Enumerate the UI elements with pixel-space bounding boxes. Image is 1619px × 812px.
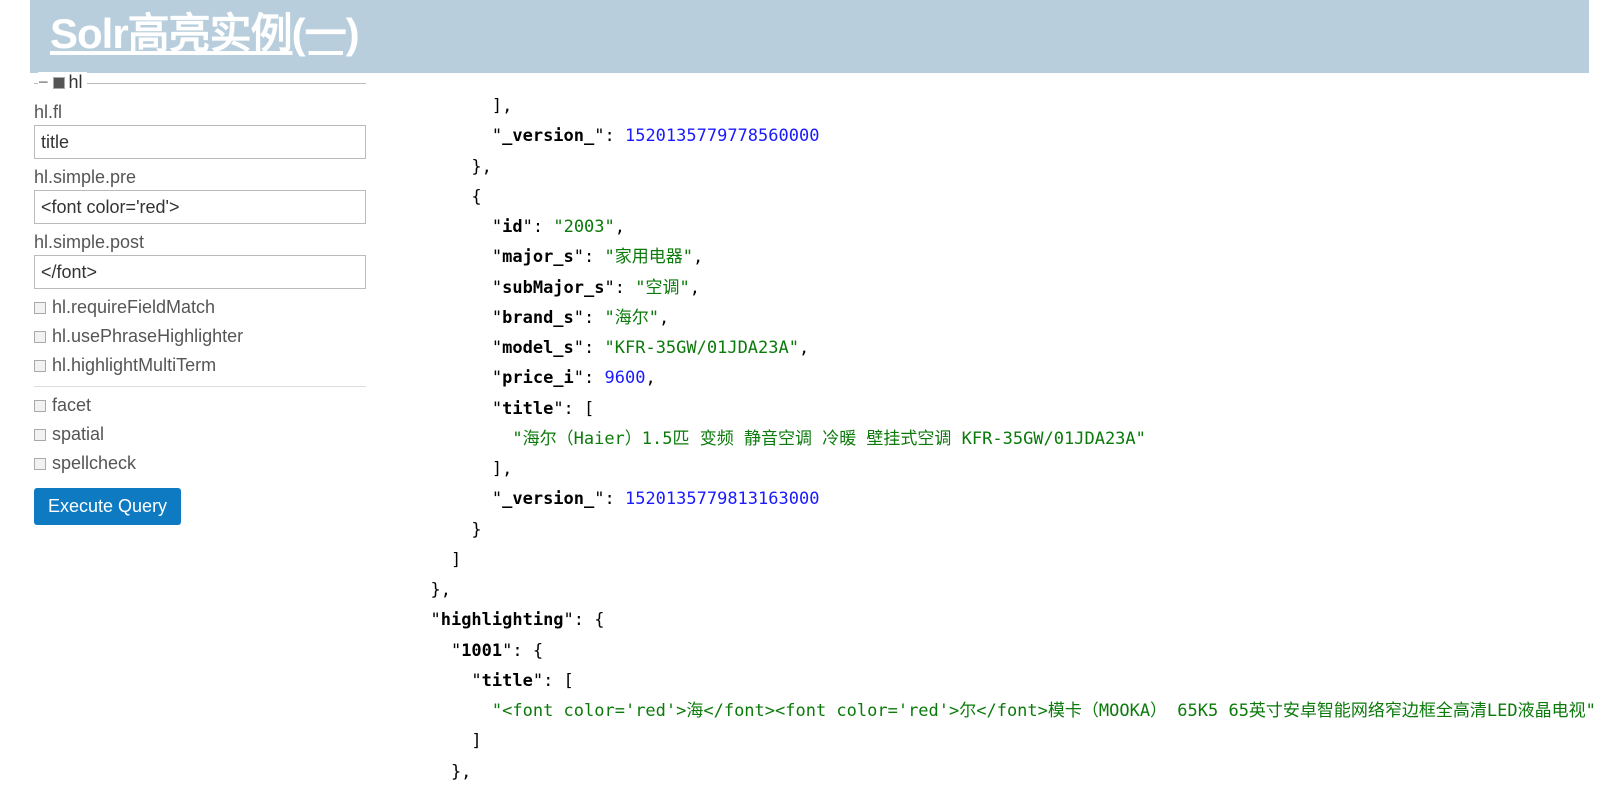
json-key-submajor: subMajor_s (502, 278, 604, 298)
hl-highlightmultiterm-checkbox[interactable] (34, 360, 46, 372)
json-key-brand: brand_s (502, 308, 574, 328)
json-val-version-2: 1520135779813163000 (625, 489, 819, 509)
json-key-price: price_i (502, 368, 574, 388)
hl-requirefieldmatch-row[interactable]: hl.requireFieldMatch (34, 297, 366, 318)
hl-usephrasehighlighter-label: hl.usePhraseHighlighter (52, 326, 243, 347)
json-val-id: 2003 (564, 217, 605, 237)
page-title: Solr高亮实例(一) (50, 0, 1569, 61)
spatial-checkbox[interactable] (34, 429, 46, 441)
json-val-title-0: 海尔（Haier）1.5匹 变频 静音空调 冷暖 壁挂式空调 KFR-35GW/… (523, 429, 1136, 449)
json-val-major: 家用电器 (615, 247, 683, 267)
hl-fieldset: − hl hl.fl hl.simple.pre hl.simple.post … (34, 83, 366, 376)
json-key-title: title (502, 399, 553, 419)
json-val-model: KFR-35GW/01JDA23A (615, 338, 789, 358)
facet-label: facet (52, 395, 91, 416)
spatial-label: spatial (52, 424, 104, 445)
json-val-price: 9600 (605, 368, 646, 388)
json-val-hl-title: <font color='red'>海</font><font color='r… (502, 701, 1586, 721)
collapse-icon[interactable]: − (38, 72, 49, 93)
hl-highlightmultiterm-label: hl.highlightMultiTerm (52, 355, 216, 376)
hl-simple-pre-label: hl.simple.pre (34, 167, 366, 188)
execute-query-button[interactable]: Execute Query (34, 488, 181, 525)
hl-simple-post-input[interactable] (34, 255, 366, 289)
json-key-version-1: _version_ (502, 126, 594, 146)
hl-requirefieldmatch-checkbox[interactable] (34, 302, 46, 314)
hl-checkbox[interactable] (53, 77, 65, 89)
hl-legend: hl (69, 72, 83, 93)
query-sidebar: − hl hl.fl hl.simple.pre hl.simple.post … (0, 83, 380, 807)
hl-simple-pre-input[interactable] (34, 190, 366, 224)
spatial-row[interactable]: spatial (34, 424, 366, 445)
hl-simple-post-label: hl.simple.post (34, 232, 366, 253)
hl-usephrasehighlighter-checkbox[interactable] (34, 331, 46, 343)
sidebar-divider (34, 386, 366, 387)
json-val-submajor: 空调 (645, 278, 679, 298)
json-val-brand: 海尔 (615, 308, 649, 328)
json-key-hl-id: 1001 (461, 641, 502, 661)
hl-highlightmultiterm-row[interactable]: hl.highlightMultiTerm (34, 355, 366, 376)
hl-fl-label: hl.fl (34, 102, 366, 123)
json-key-id: id (502, 217, 522, 237)
spellcheck-checkbox[interactable] (34, 458, 46, 470)
json-key-model: model_s (502, 338, 574, 358)
json-key-major: major_s (502, 247, 574, 267)
json-response: ], "_version_": 1520135779778560000 }, {… (380, 83, 1619, 807)
json-key-highlighting: highlighting (441, 610, 564, 630)
hl-requirefieldmatch-label: hl.requireFieldMatch (52, 297, 215, 318)
hl-fl-input[interactable] (34, 125, 366, 159)
hl-usephrasehighlighter-row[interactable]: hl.usePhraseHighlighter (34, 326, 366, 347)
json-val-version-1: 1520135779778560000 (625, 126, 819, 146)
spellcheck-label: spellcheck (52, 453, 136, 474)
json-key-version-2: _version_ (502, 489, 594, 509)
page-title-banner: Solr高亮实例(一) (30, 0, 1589, 73)
spellcheck-row[interactable]: spellcheck (34, 453, 366, 474)
json-key-hl-title: title (482, 671, 533, 691)
facet-checkbox[interactable] (34, 400, 46, 412)
facet-row[interactable]: facet (34, 395, 366, 416)
